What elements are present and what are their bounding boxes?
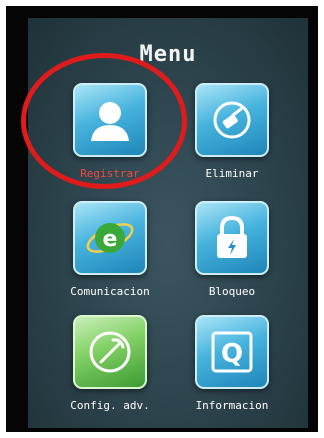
tools-icon [73,315,147,389]
eraser-icon [195,83,269,157]
menu-item-registrar[interactable]: Registrar [21,53,187,193]
info-q-icon: Q [195,315,269,389]
menu-item-label: Eliminar [205,167,259,180]
menu-item-label: Registrar [80,167,140,180]
svg-text:e: e [103,227,118,252]
user-icon [73,83,147,157]
globe-e-icon: e [73,201,147,275]
menu-item-label: Comunicacion [70,285,150,298]
menu-item-label: Informacion [195,399,269,412]
menu-item-comunicacion[interactable]: e Comunicacion [50,201,170,311]
menu-item-eliminar[interactable]: Eliminar [172,83,292,193]
menu-screen: Menu Registrar Eliminar e Comunicacion B… [21,18,308,428]
lock-icon [195,201,269,275]
svg-text:Q: Q [221,339,243,369]
menu-item-label: Config. adv. [70,399,150,412]
menu-item-bloqueo[interactable]: Bloqueo [172,201,292,311]
device-bezel: Menu Registrar Eliminar e Comunicacion B… [6,6,318,432]
menu-item-label: Bloqueo [208,285,256,298]
menu-item-config-adv[interactable]: Config. adv. [50,315,170,425]
menu-item-informacion[interactable]: Q Informacion [172,315,292,425]
